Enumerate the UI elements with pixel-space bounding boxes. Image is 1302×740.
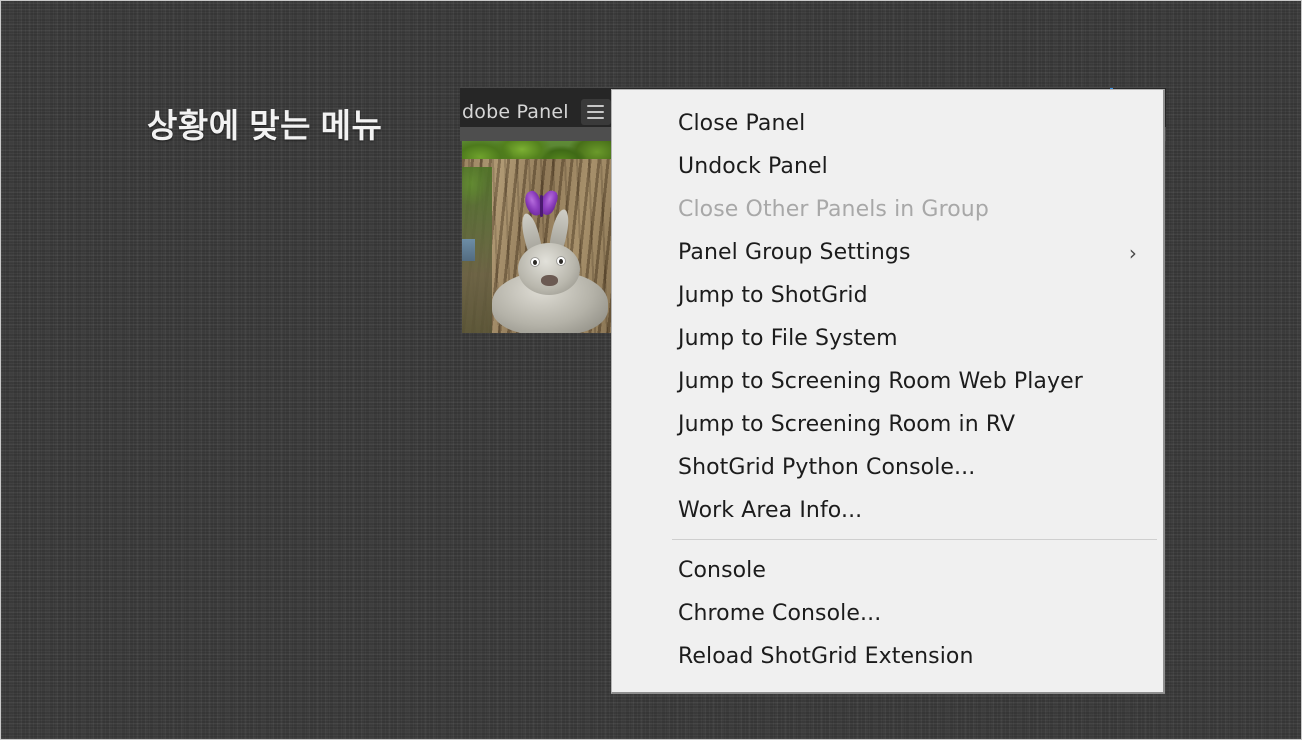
menu-item-label: Jump to File System [678, 326, 898, 351]
bunny-pupil-right [559, 259, 563, 264]
menu-item-label: Close Panel [678, 111, 806, 136]
menu-separator [672, 539, 1157, 540]
bunny-head [518, 243, 580, 295]
bunny-mouth [541, 275, 558, 286]
menu-item-work-area-info[interactable]: Work Area Info... [612, 489, 1163, 532]
menu-item-label: Undock Panel [678, 154, 828, 179]
hamburger-bar-2 [587, 111, 605, 113]
menu-item-panel-group-settings[interactable]: Panel Group Settings › [612, 231, 1163, 274]
menu-item-label: Close Other Panels in Group [678, 197, 989, 222]
slide-caption: 상황에 맞는 메뉴 [147, 107, 383, 144]
menu-item-label: Console [678, 558, 767, 583]
menu-item-jump-to-screening-room-web-player[interactable]: Jump to Screening Room Web Player [612, 360, 1163, 403]
thumbnail-sky-patch [462, 239, 475, 261]
thumbnail-bunny [486, 207, 612, 333]
hamburger-menu-icon[interactable] [580, 99, 611, 125]
menu-item-label: Jump to ShotGrid [678, 283, 868, 308]
menu-item-undock-panel[interactable]: Undock Panel [612, 145, 1163, 188]
menu-item-shotgrid-python-console[interactable]: ShotGrid Python Console... [612, 446, 1163, 489]
menu-item-jump-to-screening-room-in-rv[interactable]: Jump to Screening Room in RV [612, 403, 1163, 446]
menu-item-jump-to-file-system[interactable]: Jump to File System [612, 317, 1163, 360]
menu-item-label: Work Area Info... [678, 498, 863, 523]
menu-item-label: Jump to Screening Room Web Player [678, 369, 1083, 394]
menu-item-label: Reload ShotGrid Extension [678, 644, 974, 669]
desktop-background: 상황에 맞는 메뉴 dobe Panel Close Panel Undock … [0, 0, 1302, 740]
menu-item-label: ShotGrid Python Console... [678, 455, 976, 480]
menu-item-label: Panel Group Settings [678, 240, 911, 265]
menu-item-jump-to-shotgrid[interactable]: Jump to ShotGrid [612, 274, 1163, 317]
menu-item-reload-shotgrid-extension[interactable]: Reload ShotGrid Extension [612, 635, 1163, 678]
menu-item-chrome-console[interactable]: Chrome Console... [612, 592, 1163, 635]
menu-item-close-panel[interactable]: Close Panel [612, 102, 1163, 145]
version-thumbnail-image[interactable] [462, 141, 612, 333]
menu-item-label: Chrome Console... [678, 601, 882, 626]
panel-title: dobe Panel [462, 101, 569, 123]
menu-item-label: Jump to Screening Room in RV [678, 412, 1016, 437]
menu-item-console[interactable]: Console [612, 549, 1163, 592]
hamburger-bar-3 [587, 117, 605, 119]
chevron-right-icon: › [1128, 240, 1137, 265]
panel-context-menu: Close Panel Undock Panel Close Other Pan… [611, 89, 1165, 694]
bunny-pupil-left [533, 260, 537, 265]
hamburger-bar-1 [587, 105, 605, 107]
menu-item-close-other-panels-in-group: Close Other Panels in Group [612, 188, 1163, 231]
